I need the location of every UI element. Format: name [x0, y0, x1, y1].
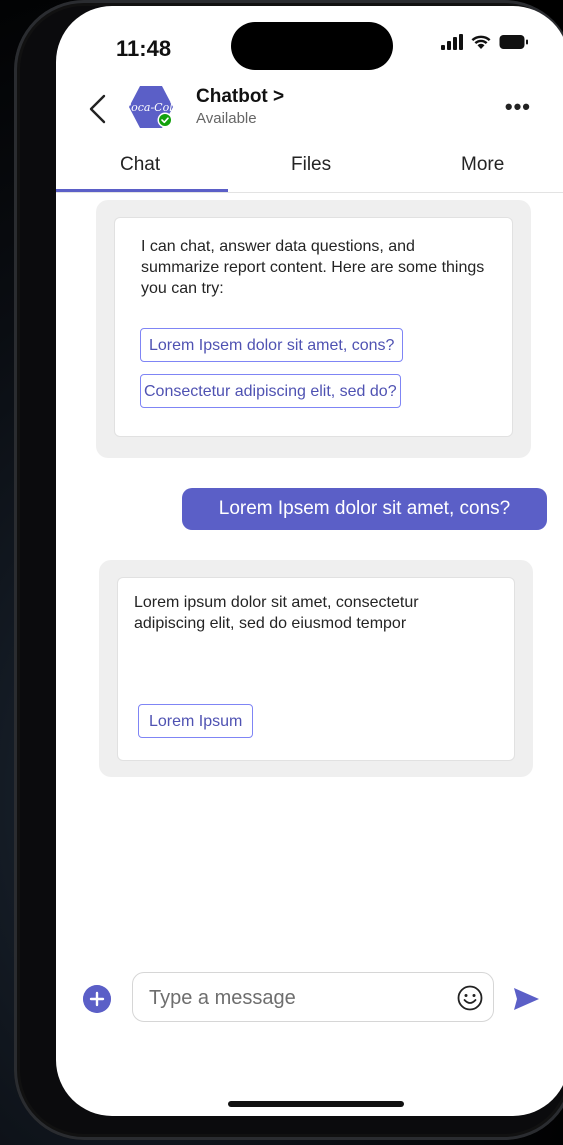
battery-icon — [499, 35, 528, 49]
active-tab-indicator — [56, 189, 228, 192]
emoji-icon[interactable] — [457, 985, 483, 1011]
app-screen: 11:48 Coca — [56, 6, 563, 1116]
bot-intro-text: I can chat, answer data questions, and s… — [141, 238, 485, 297]
reply-action-button[interactable]: Lorem Ipsum — [138, 704, 254, 738]
more-options-icon[interactable]: ••• — [505, 94, 531, 120]
status-icons — [441, 34, 529, 50]
bot-avatar[interactable]: Coca-Cola — [123, 84, 179, 130]
bot-message-card: I can chat, answer data questions, and s… — [96, 200, 531, 458]
wifi-icon — [471, 35, 491, 49]
coca-cola-logo-icon: Coca-Cola — [123, 86, 179, 128]
home-indicator — [228, 1101, 404, 1107]
add-icon[interactable] — [83, 985, 111, 1013]
adaptive-card: I can chat, answer data questions, and s… — [114, 217, 513, 437]
back-icon[interactable] — [86, 92, 108, 126]
message-input[interactable] — [147, 983, 441, 1013]
bot-reply-text: Lorem ipsum dolor sit amet, consectetur … — [134, 594, 419, 632]
bot-message-card: Lorem ipsum dolor sit amet, consectetur … — [99, 560, 533, 777]
tab-bar: Chat Files More — [56, 146, 563, 193]
suggestion-button[interactable]: Consectetur adipiscing elit, sed do? — [140, 374, 401, 408]
tab-files[interactable]: Files — [291, 154, 331, 176]
adaptive-card: Lorem ipsum dolor sit amet, consectetur … — [117, 577, 515, 761]
signal-icon — [441, 34, 463, 50]
status-time: 11:48 — [116, 36, 172, 61]
phone-frame: 11:48 Coca — [14, 0, 563, 1140]
tab-more[interactable]: More — [461, 154, 504, 176]
send-icon[interactable] — [512, 986, 540, 1012]
presence-status: Available — [196, 110, 257, 127]
message-compose-box[interactable] — [132, 972, 494, 1022]
suggestion-button[interactable]: Lorem Ipsem dolor sit amet, cons? — [140, 328, 404, 362]
chat-title[interactable]: Chatbot > — [196, 86, 284, 108]
dynamic-island — [231, 22, 393, 70]
avatar-brand-text: Coca-Cola — [128, 101, 174, 114]
tab-chat[interactable]: Chat — [120, 154, 160, 176]
user-message-bubble: Lorem Ipsem dolor sit amet, cons? — [182, 488, 547, 530]
